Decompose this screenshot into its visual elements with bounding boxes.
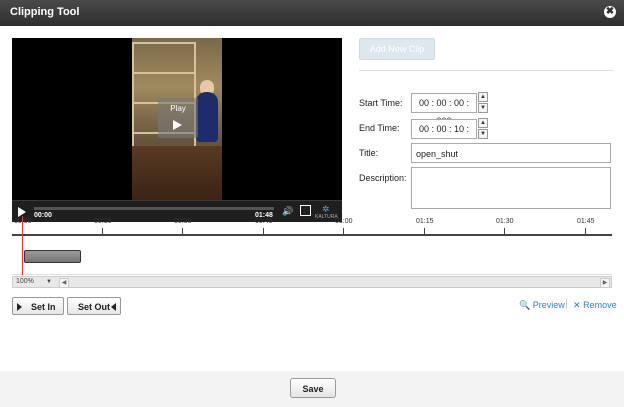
add-new-clip-button[interactable]: Add New Clip: [359, 38, 435, 60]
tick-mark: [182, 228, 183, 234]
start-time-stepper[interactable]: ▲ ▼: [478, 92, 488, 113]
title-input[interactable]: open_shut: [411, 143, 611, 163]
set-in-button[interactable]: Set In: [12, 297, 64, 315]
end-time-label: End Time:: [359, 123, 400, 133]
scrubber[interactable]: [34, 207, 274, 210]
overlay-play-button[interactable]: Play: [158, 98, 198, 138]
window-title: Clipping Tool: [10, 6, 80, 18]
timeline-zoom-bar: 100% ▼ ◀ ▶: [12, 276, 612, 288]
close-icon[interactable]: ✖: [604, 6, 616, 18]
start-time-input[interactable]: 00 : 00 : 00 : 000: [411, 93, 477, 126]
chevron-down-icon[interactable]: ▼: [478, 129, 488, 139]
link-divider: [566, 299, 567, 309]
tick-mark: [102, 228, 103, 234]
description-textarea[interactable]: [411, 167, 611, 209]
end-time-input[interactable]: 00 : 00 : 10 : 800: [411, 119, 477, 152]
timeline-tick: 01:15: [416, 218, 434, 225]
video-table-shape: [132, 146, 222, 200]
set-out-button[interactable]: Set Out: [67, 297, 121, 315]
chevron-up-icon[interactable]: ▲: [478, 92, 488, 102]
set-out-label: Set Out: [78, 302, 111, 312]
end-time-stepper[interactable]: ▲ ▼: [478, 118, 488, 139]
timeline-ruler[interactable]: 00:00 00:15 00:30 00:45 01:00 01:15 01:3…: [12, 216, 612, 236]
dialog-content: Play 00:00 01:48 🔊 ✲ KALTURA Add New Cli…: [0, 26, 624, 371]
playhead[interactable]: [22, 216, 23, 275]
save-button[interactable]: Save: [290, 378, 336, 398]
timeline-track[interactable]: [12, 236, 612, 275]
remove-label: Remove: [583, 300, 617, 310]
arrow-right-icon: [17, 303, 22, 311]
play-icon: [173, 120, 182, 130]
x-icon: ✕: [573, 300, 581, 310]
video-child-shape: [196, 92, 218, 142]
chevron-down-icon[interactable]: ▼: [478, 103, 488, 113]
timeline-tick: 01:00: [335, 218, 353, 225]
timeline-tick: 01:45: [577, 218, 595, 225]
tick-mark: [343, 228, 344, 234]
window-titlebar: Clipping Tool ✖: [0, 0, 624, 26]
start-time-label: Start Time:: [359, 98, 403, 108]
overlay-play-label: Play: [170, 104, 186, 113]
video-player[interactable]: Play 00:00 01:48 🔊 ✲ KALTURA: [12, 38, 342, 222]
fullscreen-icon[interactable]: [300, 205, 311, 216]
timeline-tick: 01:30: [496, 218, 514, 225]
search-icon: 🔍: [519, 300, 531, 310]
zoom-select[interactable]: 100%: [16, 278, 34, 285]
tick-mark: [504, 228, 505, 234]
chevron-down-icon[interactable]: ▼: [46, 279, 52, 285]
description-label: Description:: [359, 173, 407, 183]
clip-segment[interactable]: [24, 250, 81, 263]
title-label: Title:: [359, 148, 379, 158]
scroll-left-icon[interactable]: ◀: [59, 278, 69, 288]
set-in-label: Set In: [31, 302, 56, 312]
remove-link[interactable]: ✕ Remove: [573, 300, 617, 311]
tick-mark: [585, 228, 586, 234]
arrow-left-icon: [111, 303, 116, 311]
divider: [359, 70, 613, 71]
tick-mark: [263, 228, 264, 234]
timeline-tick: 00:30: [174, 218, 192, 225]
timeline-tick: 00:45: [255, 218, 273, 225]
preview-link[interactable]: 🔍 Preview: [519, 300, 565, 311]
tick-mark: [424, 228, 425, 234]
scroll-right-icon[interactable]: ▶: [600, 278, 610, 288]
chevron-up-icon[interactable]: ▲: [478, 118, 488, 128]
preview-label: Preview: [532, 300, 565, 310]
timeline-tick: 00:15: [94, 218, 112, 225]
